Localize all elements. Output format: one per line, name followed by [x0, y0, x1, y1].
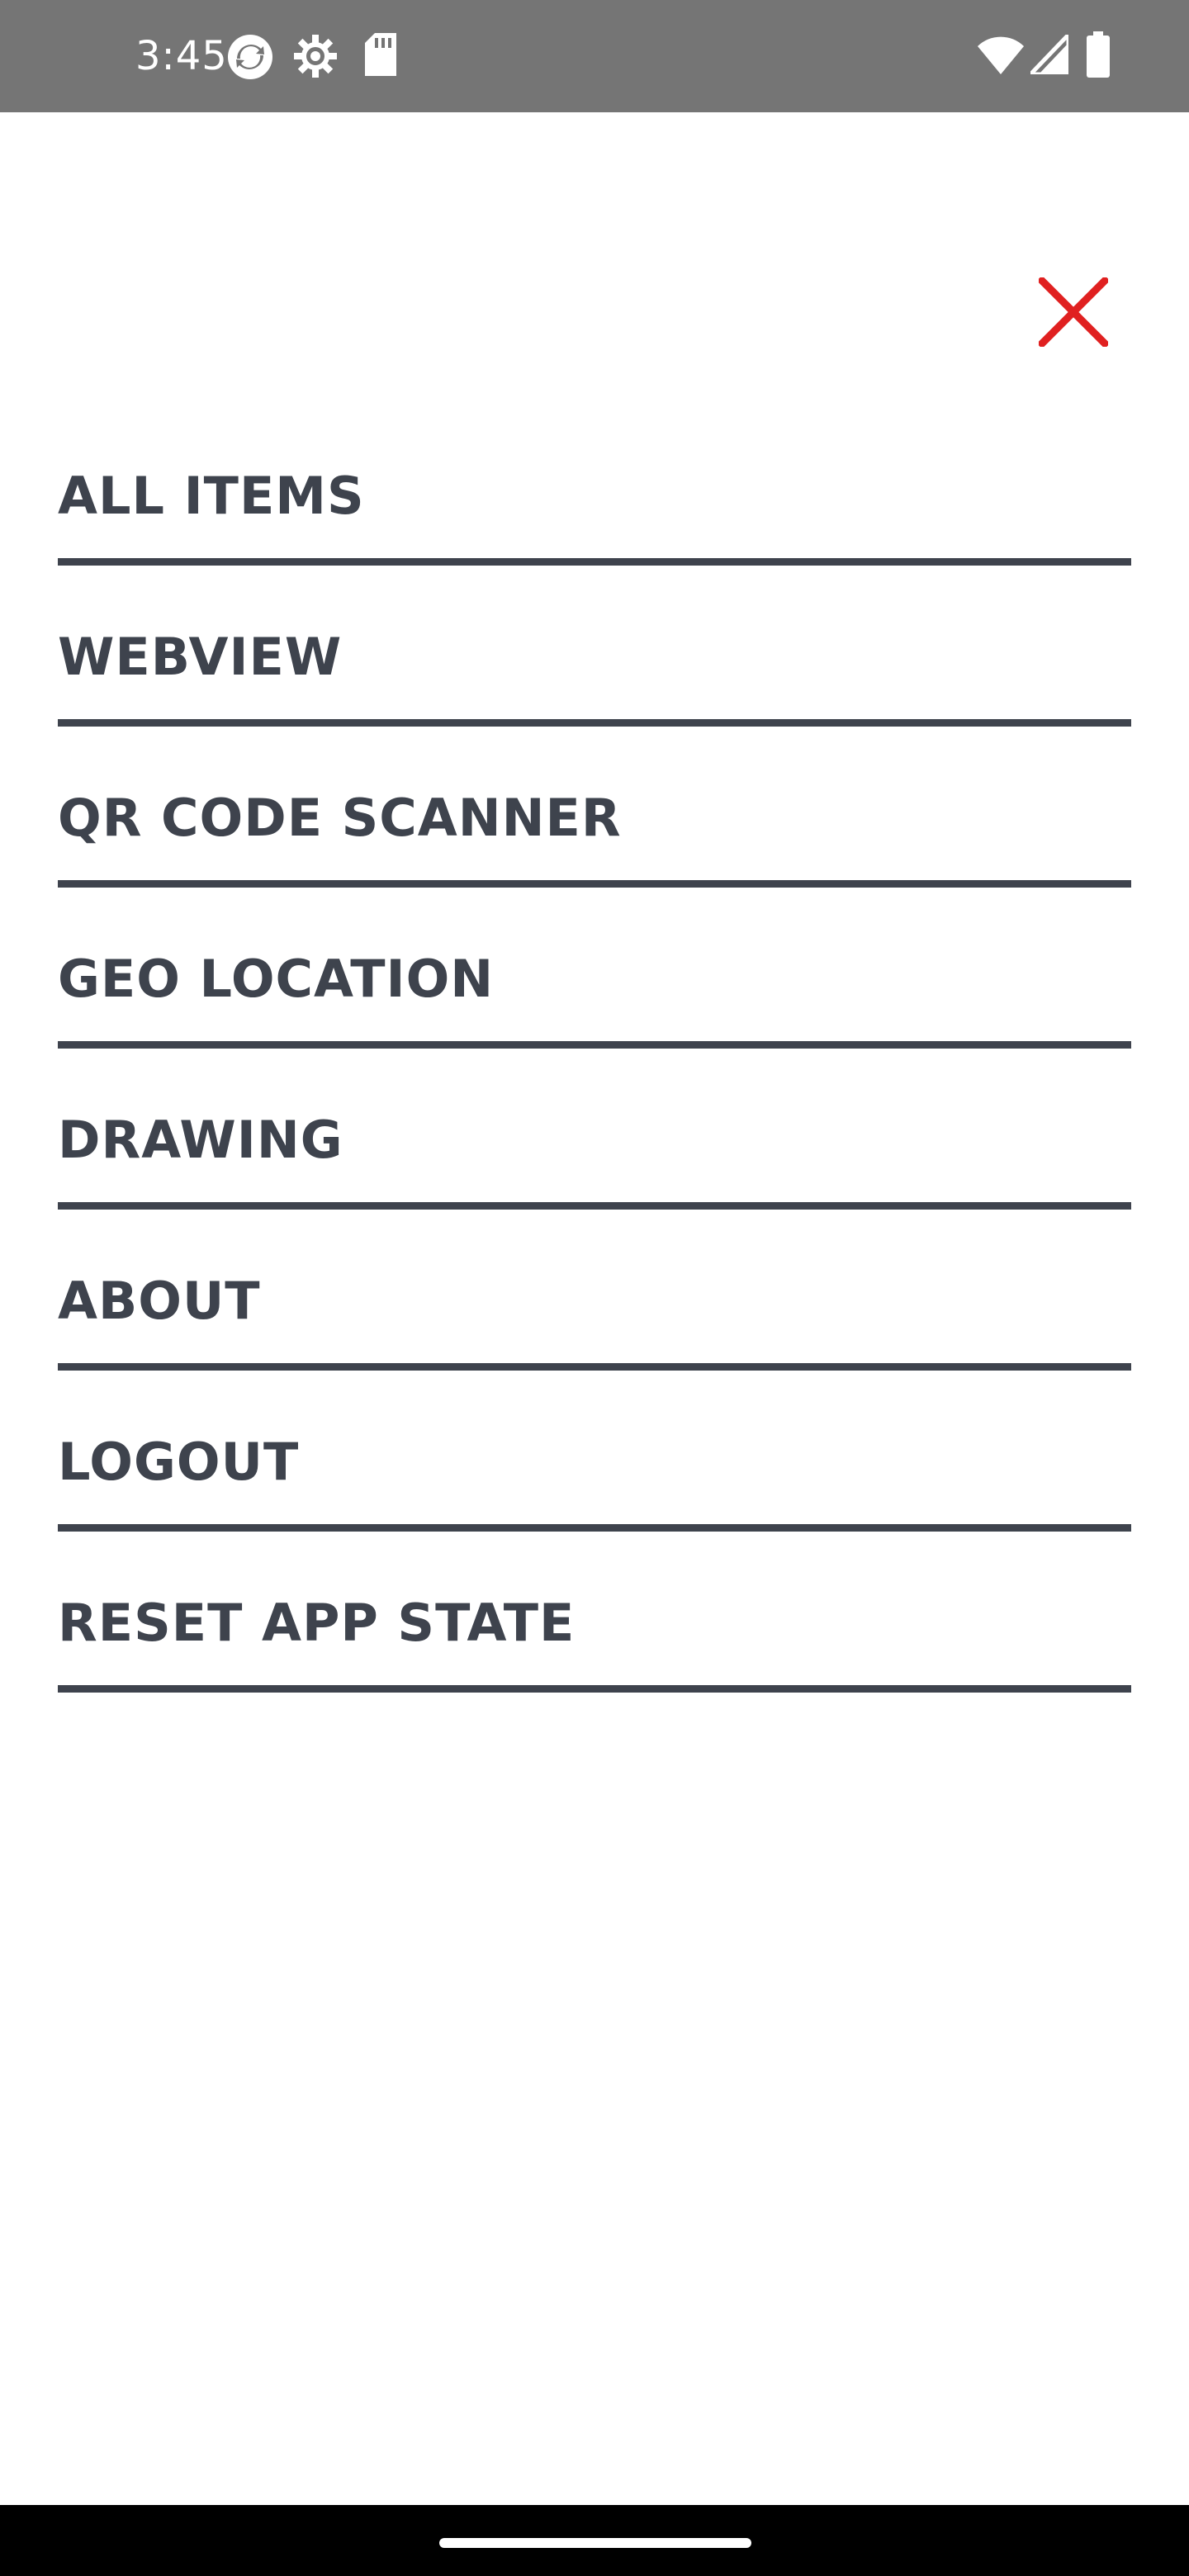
menu-item-drawing[interactable]: DRAWING [58, 1049, 1131, 1210]
sd-card-icon [363, 33, 398, 76]
menu-item-logout[interactable]: LOGOUT [58, 1371, 1131, 1532]
status-bar: 3:45 [0, 0, 1189, 112]
settings-gear-icon [292, 33, 339, 79]
battery-icon [1087, 31, 1110, 78]
menu-item-label: ABOUT [58, 1271, 261, 1331]
menu-item-label: DRAWING [58, 1110, 343, 1170]
menu-item-reset-app-state[interactable]: RESET APP STATE [58, 1532, 1131, 1693]
menu-item-all-items[interactable]: ALL ITEMS [58, 405, 1131, 566]
menu-item-webview[interactable]: WEBVIEW [58, 566, 1131, 727]
menu-item-label: ALL ITEMS [58, 466, 365, 526]
sync-icon [226, 33, 274, 81]
status-time: 3:45 [135, 33, 228, 79]
close-icon [1039, 277, 1108, 347]
menu-item-label: WEBVIEW [58, 627, 343, 687]
menu-item-label: QR CODE SCANNER [58, 788, 622, 848]
menu-item-label: LOGOUT [58, 1432, 300, 1492]
menu-item-label: RESET APP STATE [58, 1593, 576, 1653]
menu-item-geo-location[interactable]: GEO LOCATION [58, 888, 1131, 1049]
close-menu-button[interactable] [1030, 269, 1116, 355]
system-navigation-bar [0, 2505, 1189, 2576]
cellular-signal-icon [1030, 35, 1068, 74]
menu-item-about[interactable]: ABOUT [58, 1210, 1131, 1371]
menu-item-qr-code-scanner[interactable]: QR CODE SCANNER [58, 727, 1131, 888]
menu-item-label: GEO LOCATION [58, 949, 495, 1009]
home-indicator[interactable] [439, 2538, 751, 2548]
navigation-menu: ALL ITEMS WEBVIEW QR CODE SCANNER GEO LO… [58, 405, 1131, 1693]
wifi-icon [978, 36, 1024, 74]
